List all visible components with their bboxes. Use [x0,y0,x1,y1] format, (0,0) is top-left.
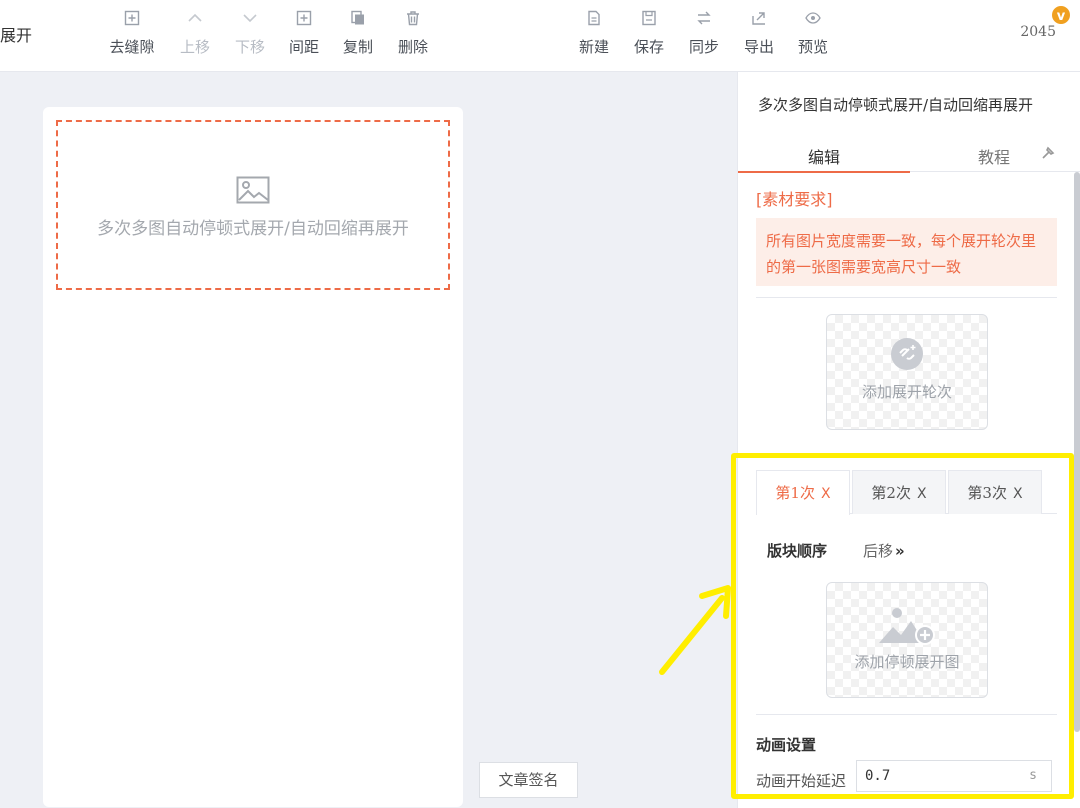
delay-value: 0.7 [865,768,891,784]
vip-badge-icon[interactable]: v [1050,4,1072,26]
settings-panel: 多次多图自动停顿式展开/自动回缩再展开 编辑 教程 [素材要求] 所有图片宽度需… [737,72,1080,808]
double-chevron-right-icon: » [895,542,905,560]
save-button[interactable]: 保存 [621,10,677,62]
article-canvas: 多次多图自动停顿式展开/自动回缩再展开 [43,107,463,807]
add-pause-image-label: 添加停顿展开图 [854,653,960,671]
delete-label: 删除 [397,38,428,56]
plus-square-icon [104,10,160,32]
copy-button[interactable]: 复制 [330,10,386,62]
sync-label: 同步 [688,38,719,56]
active-tab-underline [738,171,910,173]
round-label: 第2次 [871,484,911,502]
add-link-icon [827,337,987,375]
add-round-button[interactable]: 添加展开轮次 [826,314,988,430]
trash-icon [385,10,441,32]
remove-gap-label: 去缝隙 [109,38,155,56]
block-placeholder-text: 多次多图自动停顿式展开/自动回缩再展开 [97,219,409,239]
page-title-fragment: 展开 [0,26,33,45]
move-up-button[interactable]: 上移 [167,10,223,62]
add-image-icon [827,605,987,649]
chevron-down-icon [222,10,278,32]
move-down-button[interactable]: 下移 [222,10,278,62]
add-pause-image-button[interactable]: 添加停顿展开图 [826,582,988,698]
export-button[interactable]: 导出 [731,10,787,62]
copy-label: 复制 [342,38,373,56]
requirements-notice: 所有图片宽度需要一致，每个展开轮次里的第一张图需要宽高尺寸一致 [756,218,1057,286]
tab-edit[interactable]: 编辑 [808,144,840,168]
delay-input[interactable]: 0.7 s [856,760,1052,792]
close-icon[interactable]: X [1013,486,1023,502]
delay-label: 动画开始延迟 [756,772,847,790]
top-toolbar: 展开 去缝隙 上移 下移 间距 复制 删除 新建 保存 同步 导出 预览 204… [0,0,1080,72]
selected-block[interactable]: 多次多图自动停顿式展开/自动回缩再展开 [56,120,450,290]
divider [756,297,1057,298]
requirements-label: [素材要求] [756,190,833,209]
panel-tabs: 编辑 教程 [738,138,1080,173]
tab-tutorial[interactable]: 教程 [978,144,1010,168]
animation-settings-title: 动画设置 [756,736,817,754]
preview-label: 预览 [797,38,828,56]
move-up-label: 上移 [179,38,210,56]
close-icon[interactable]: X [917,486,927,502]
preview-button[interactable]: 预览 [785,10,841,62]
save-icon [621,10,677,32]
tools-icon[interactable] [1041,146,1055,164]
word-counter: 2045 [1020,24,1056,40]
move-down-label: 下移 [234,38,265,56]
export-icon [731,10,787,32]
new-file-icon [566,10,622,32]
divider [756,714,1057,715]
panel-scrollbar[interactable] [1074,172,1080,732]
add-round-label: 添加展开轮次 [861,383,952,401]
move-back-button[interactable]: 后移» [863,540,905,561]
block-order-label: 版块顺序 [767,542,828,560]
export-label: 导出 [743,38,774,56]
round-label: 第1次 [775,484,815,502]
sync-icon [676,10,732,32]
new-label: 新建 [578,38,609,56]
tab-round-3[interactable]: 第3次 X [948,470,1042,514]
new-button[interactable]: 新建 [566,10,622,62]
tab-round-2[interactable]: 第2次 X [852,470,946,514]
close-icon[interactable]: X [821,486,831,502]
image-placeholder-icon [236,176,270,208]
delay-unit: s [1029,768,1037,783]
move-back-label: 后移 [863,542,894,560]
annotation-arrow-icon [659,585,731,675]
copy-icon [330,10,386,32]
eye-icon [785,10,841,32]
round-tabs: 第1次 X 第2次 X 第3次 X [756,470,1057,515]
remove-gap-button[interactable]: 去缝隙 [104,10,160,62]
save-label: 保存 [633,38,664,56]
sync-button[interactable]: 同步 [676,10,732,62]
spacing-button[interactable]: 间距 [276,10,332,62]
plus-square-icon [276,10,332,32]
spacing-label: 间距 [288,38,319,56]
article-signature-button[interactable]: 文章签名 [479,762,578,798]
delete-button[interactable]: 删除 [385,10,441,62]
round-label: 第3次 [967,484,1007,502]
panel-title: 多次多图自动停顿式展开/自动回缩再展开 [758,96,1034,114]
chevron-up-icon [167,10,223,32]
tab-round-1[interactable]: 第1次 X [756,470,850,515]
